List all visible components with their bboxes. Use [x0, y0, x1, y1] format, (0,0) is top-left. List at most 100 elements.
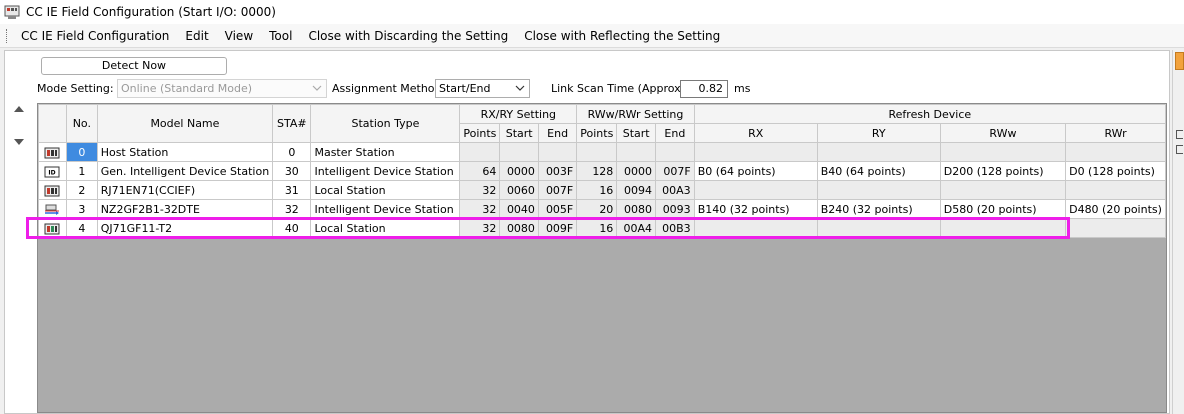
header-no[interactable]: No.	[65, 104, 98, 143]
assignment-method-select[interactable]: Start/End	[435, 79, 530, 98]
cell-refresh-rww[interactable]	[939, 180, 1067, 200]
header-station-type[interactable]: Station Type	[310, 104, 461, 143]
table-row[interactable]: 0 Host Station 0 Master Station	[38, 142, 1166, 162]
cell-model-name[interactable]: RJ71EN71(CCIEF)	[96, 180, 274, 200]
cell-rw-points[interactable]: 20	[576, 199, 618, 219]
cell-model-name[interactable]: Host Station	[96, 142, 274, 162]
detect-now-button[interactable]: Detect Now	[41, 57, 227, 75]
cell-station-type[interactable]: Local Station	[310, 180, 461, 200]
cell-refresh-rwr[interactable]	[1065, 218, 1166, 238]
menu-edit[interactable]: Edit	[177, 29, 216, 43]
header-model-name[interactable]: Model Name	[96, 104, 274, 143]
right-dock-strip[interactable]	[1172, 50, 1184, 414]
mode-setting-select[interactable]: Online (Standard Mode)	[117, 79, 327, 98]
menu-view[interactable]: View	[217, 29, 261, 43]
table-row[interactable]: 3 NZ2GF2B1-32DTE 32 Intelligent Device S…	[38, 199, 1166, 219]
cell-rw-end[interactable]: 00B3	[655, 218, 695, 238]
header-rw-start[interactable]: Start	[616, 123, 656, 143]
cell-no[interactable]: 0	[65, 142, 98, 162]
menu-cc-ie-field-configuration[interactable]: CC IE Field Configuration	[13, 29, 177, 43]
cell-no[interactable]: 4	[65, 218, 98, 238]
header-refresh-rwr[interactable]: RWr	[1065, 123, 1166, 143]
cell-rx-points[interactable]: 32	[459, 218, 501, 238]
cell-rw-points[interactable]	[576, 142, 618, 162]
cell-rw-start[interactable]: 00A4	[616, 218, 656, 238]
cell-refresh-ry[interactable]: B240 (32 points)	[816, 199, 941, 219]
cell-refresh-rx[interactable]	[693, 180, 818, 200]
cell-rx-points[interactable]: 32	[459, 199, 501, 219]
header-rw-end[interactable]: End	[655, 123, 695, 143]
cell-refresh-ry[interactable]	[816, 180, 941, 200]
cell-rw-points[interactable]: 128	[576, 161, 618, 181]
cell-rw-points[interactable]: 16	[576, 180, 618, 200]
cell-refresh-rwr[interactable]	[1065, 180, 1166, 200]
move-up-button[interactable]	[11, 101, 27, 117]
cell-sta[interactable]: 40	[272, 218, 312, 238]
cell-no[interactable]: 2	[65, 180, 98, 200]
cell-rx-end[interactable]: 005F	[537, 199, 578, 219]
cell-rw-start[interactable]: 0080	[616, 199, 656, 219]
cell-model-name[interactable]: Gen. Intelligent Device Station	[96, 161, 274, 181]
cell-rw-start[interactable]: 0000	[616, 161, 656, 181]
cell-refresh-rwr[interactable]: D0 (128 points)	[1065, 161, 1166, 181]
cell-rx-end[interactable]: 009F	[537, 218, 578, 238]
cell-model-name[interactable]: NZ2GF2B1-32DTE	[96, 199, 274, 219]
cell-refresh-ry[interactable]	[816, 218, 941, 238]
cell-rw-start[interactable]	[616, 142, 656, 162]
header-refresh-rww[interactable]: RWw	[939, 123, 1067, 143]
cell-refresh-ry[interactable]	[816, 142, 941, 162]
cell-rx-end[interactable]: 007F	[537, 180, 578, 200]
cell-rx-points[interactable]: 64	[459, 161, 501, 181]
cell-rx-start[interactable]	[499, 142, 539, 162]
header-sta[interactable]: STA#	[272, 104, 312, 143]
header-refresh-ry[interactable]: RY	[816, 123, 941, 143]
header-rx-points[interactable]: Points	[459, 123, 501, 143]
header-refresh-rx[interactable]: RX	[693, 123, 818, 143]
cell-refresh-rx[interactable]	[693, 218, 818, 238]
cell-rw-end[interactable]	[655, 142, 695, 162]
dock-tab-icon[interactable]	[1175, 52, 1184, 70]
cell-refresh-rwr[interactable]: D480 (20 points)	[1065, 199, 1166, 219]
cell-refresh-rx[interactable]	[693, 142, 818, 162]
cell-rx-start[interactable]: 0060	[499, 180, 539, 200]
cell-rx-end[interactable]: 003F	[537, 161, 578, 181]
cell-refresh-rwr[interactable]	[1065, 142, 1166, 162]
cell-refresh-rww[interactable]	[939, 142, 1067, 162]
cell-sta[interactable]: 0	[272, 142, 312, 162]
cell-sta[interactable]: 31	[272, 180, 312, 200]
cell-no[interactable]: 1	[65, 161, 98, 181]
cell-rx-end[interactable]	[537, 142, 578, 162]
menu-close-discard[interactable]: Close with Discarding the Setting	[300, 29, 516, 43]
cell-sta[interactable]: 32	[272, 199, 312, 219]
cell-station-type[interactable]: Intelligent Device Station	[310, 161, 461, 181]
menu-close-reflect[interactable]: Close with Reflecting the Setting	[516, 29, 728, 43]
cell-station-type[interactable]: Intelligent Device Station	[310, 199, 461, 219]
cell-rx-start[interactable]: 0040	[499, 199, 539, 219]
cell-rx-start[interactable]: 0000	[499, 161, 539, 181]
header-rw-points[interactable]: Points	[576, 123, 618, 143]
cell-rw-start[interactable]: 0094	[616, 180, 656, 200]
cell-refresh-ry[interactable]: B40 (64 points)	[816, 161, 941, 181]
table-row[interactable]: 4 QJ71GF11-T2 40 Local Station 32 0080 0…	[38, 218, 1166, 238]
cell-refresh-rww[interactable]	[939, 218, 1067, 238]
cell-sta[interactable]: 30	[272, 161, 312, 181]
menu-tool[interactable]: Tool	[261, 29, 300, 43]
cell-station-type[interactable]: Local Station	[310, 218, 461, 238]
header-rx-end[interactable]: End	[537, 123, 578, 143]
cell-rx-points[interactable]	[459, 142, 501, 162]
header-rx-start[interactable]: Start	[499, 123, 539, 143]
cell-rw-end[interactable]: 0093	[655, 199, 695, 219]
cell-refresh-rx[interactable]: B140 (32 points)	[693, 199, 818, 219]
cell-refresh-rww[interactable]: D580 (20 points)	[939, 199, 1067, 219]
table-row[interactable]: ID 1 Gen. Intelligent Device Station 30 …	[38, 161, 1166, 181]
move-down-button[interactable]	[11, 134, 27, 150]
cell-model-name[interactable]: QJ71GF11-T2	[96, 218, 274, 238]
cell-rx-points[interactable]: 32	[459, 180, 501, 200]
cell-no[interactable]: 3	[65, 199, 98, 219]
cell-rx-start[interactable]: 0080	[499, 218, 539, 238]
cell-refresh-rww[interactable]: D200 (128 points)	[939, 161, 1067, 181]
cell-refresh-rx[interactable]: B0 (64 points)	[693, 161, 818, 181]
cell-station-type[interactable]: Master Station	[310, 142, 461, 162]
cell-rw-end[interactable]: 00A3	[655, 180, 695, 200]
table-row[interactable]: 2 RJ71EN71(CCIEF) 31 Local Station 32 00…	[38, 180, 1166, 200]
